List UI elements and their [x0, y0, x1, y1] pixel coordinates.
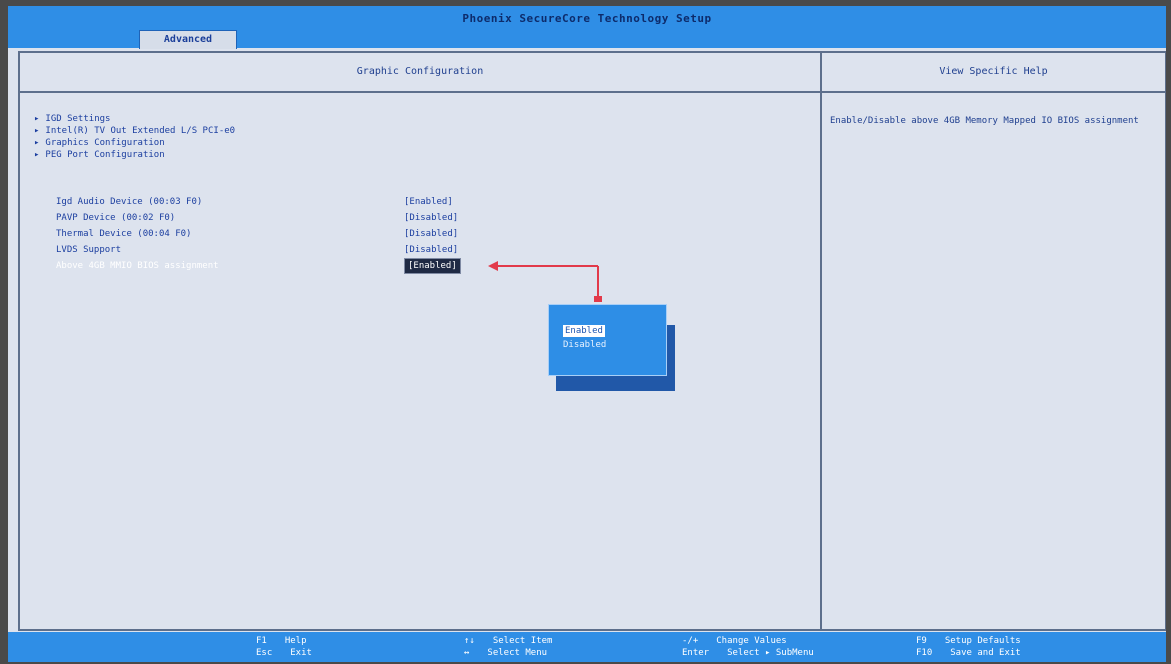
- key-hint-save-exit: F10 Save and Exit: [916, 648, 1021, 658]
- key-hint-change-values: -/+ Change Values: [682, 636, 787, 646]
- submenu-peg-port[interactable]: ▸ PEG Port Configuration: [34, 149, 235, 161]
- option-row: Thermal Device (00:04 F0) [Disabled]: [56, 227, 516, 243]
- key-hint-select-menu: ↔ Select Menu: [464, 648, 548, 658]
- popup-option-enabled[interactable]: Enabled: [563, 325, 605, 337]
- submenu-arrow-icon: ▸: [34, 150, 40, 160]
- bios-screen: Phoenix SecureCore Technology Setup Adva…: [8, 6, 1166, 662]
- key-hint-help: F1 Help: [256, 636, 307, 646]
- option-row: LVDS Support [Disabled]: [56, 243, 516, 259]
- key-hint-select-item: ↑↓ Select Item: [464, 636, 553, 646]
- main-panel: Graphic Configuration ▸ IGD Settings ▸ Int…: [18, 51, 822, 631]
- option-row: Igd Audio Device (00:03 F0) [Enabled]: [56, 195, 516, 211]
- key-hint-select-submenu: Enter Select ▸ SubMenu: [682, 648, 814, 658]
- help-panel: View Specific Help Enable/Disable above …: [820, 51, 1166, 631]
- submenu-label: PEG Port Configuration: [45, 150, 165, 160]
- title-bar: Phoenix SecureCore Technology Setup Adva…: [8, 6, 1166, 49]
- options-list: Igd Audio Device (00:03 F0) [Enabled] PA…: [56, 195, 516, 275]
- submenu-label: Intel(R) TV Out Extended L/S PCI-e0: [45, 126, 236, 136]
- submenu-tv-out[interactable]: ▸ Intel(R) TV Out Extended L/S PCI-e0: [34, 125, 235, 137]
- submenu-arrow-icon: ▸: [34, 114, 40, 124]
- option-row-selected: Above 4GB MMIO BIOS assignment [Enabled]: [56, 258, 516, 275]
- option-value[interactable]: [Disabled]: [404, 211, 458, 225]
- option-value[interactable]: [Enabled]: [404, 195, 453, 209]
- tab-advanced[interactable]: Advanced: [139, 30, 237, 49]
- key-legend-bar: F1 Help ↑↓ Select Item -/+ Change Values F9…: [8, 632, 1166, 662]
- option-label: Thermal Device (00:04 F0): [56, 229, 192, 239]
- submenu-igd-settings[interactable]: ▸ IGD Settings: [34, 113, 235, 125]
- main-panel-title: Graphic Configuration: [20, 53, 820, 93]
- option-value-selected[interactable]: [Enabled]: [404, 258, 461, 274]
- option-label: PAVP Device (00:02 F0): [56, 213, 176, 223]
- key-legend-row: F1 Help ↑↓ Select Item -/+ Change Values F9…: [256, 635, 1021, 647]
- option-label: LVDS Support: [56, 245, 122, 255]
- key-hint-exit: Esc Exit: [256, 648, 312, 658]
- help-text: Enable/Disable above 4GB Memory Mapped I…: [830, 116, 1139, 126]
- submenu-arrow-icon: ▸: [34, 126, 40, 136]
- help-panel-title: View Specific Help: [822, 53, 1165, 93]
- submenu-label: IGD Settings: [45, 114, 111, 124]
- submenu-graphics-config[interactable]: ▸ Graphics Configuration: [34, 137, 235, 149]
- key-legend-row: Esc Exit ↔ Select Menu Enter Select ▸ SubMe…: [256, 647, 1021, 659]
- option-value[interactable]: [Disabled]: [404, 227, 458, 241]
- popup-option-disabled[interactable]: Disabled: [563, 339, 606, 351]
- app-title: Phoenix SecureCore Technology Setup: [462, 12, 712, 25]
- option-value[interactable]: [Disabled]: [404, 243, 458, 257]
- submenu-arrow-icon: ▸: [34, 138, 40, 148]
- key-legend: F1 Help ↑↓ Select Item -/+ Change Values F9…: [256, 635, 1021, 659]
- option-label: Igd Audio Device (00:03 F0): [56, 197, 203, 207]
- submenu-list: ▸ IGD Settings ▸ Intel(R) TV Out Extended …: [34, 113, 235, 161]
- submenu-label: Graphics Configuration: [45, 138, 165, 148]
- key-hint-setup-defaults: F9 Setup Defaults: [916, 636, 1021, 646]
- option-label: Above 4GB MMIO BIOS assignment: [56, 261, 219, 271]
- option-row: PAVP Device (00:02 F0) [Disabled]: [56, 211, 516, 227]
- value-popup: Enabled Disabled: [548, 304, 667, 376]
